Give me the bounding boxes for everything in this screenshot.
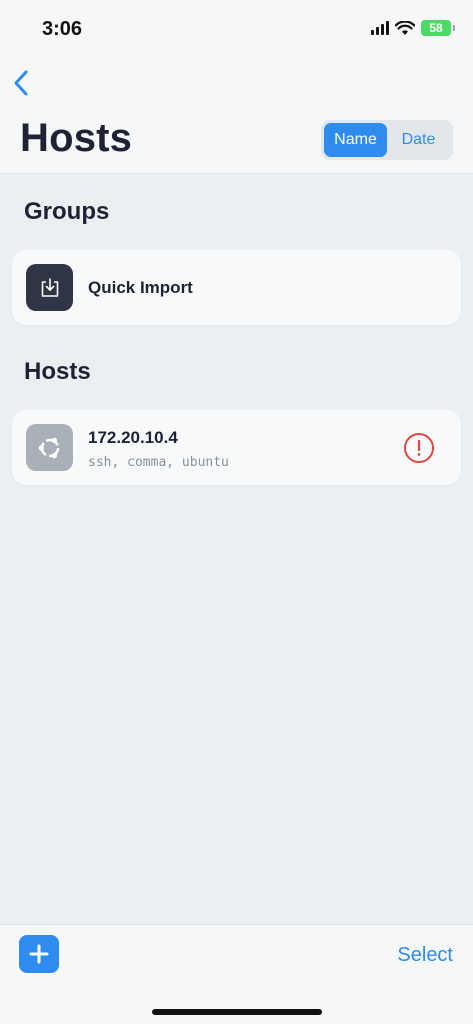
page-title: Hosts — [20, 116, 133, 160]
groups-section-title: Groups — [24, 198, 110, 225]
host-icon-tile — [26, 424, 73, 471]
home-indicator[interactable] — [152, 1009, 322, 1015]
download-tray-icon — [41, 277, 58, 297]
sort-segmented-control: Name Date — [321, 120, 453, 160]
chevron-left-icon — [14, 70, 28, 96]
battery-icon: 58 — [421, 20, 455, 36]
battery-level: 58 — [429, 21, 443, 35]
group-icon-tile — [26, 264, 73, 311]
hosts-section-title: Hosts — [24, 358, 91, 385]
sort-by-name-segment[interactable]: Name — [324, 123, 387, 157]
alert-circle-icon[interactable] — [403, 432, 435, 464]
back-button[interactable] — [6, 64, 36, 102]
status-time: 3:06 — [42, 18, 83, 40]
wifi-icon — [395, 20, 415, 35]
navigation-header: 3:06 58 Hosts Name Date — [0, 0, 473, 174]
add-host-button[interactable] — [19, 935, 59, 973]
sort-by-date-segment[interactable]: Date — [387, 123, 450, 157]
group-label: Quick Import — [88, 278, 193, 297]
host-tags: ssh, comma, ubuntu — [88, 455, 229, 470]
ubuntu-icon — [38, 437, 59, 458]
plus-icon — [29, 944, 49, 964]
host-address: 172.20.10.4 — [88, 428, 178, 447]
group-item-quick-import[interactable]: Quick Import — [12, 250, 461, 325]
bottom-toolbar: Select — [0, 924, 473, 1024]
cellular-signal-icon — [371, 21, 389, 35]
status-indicators: 58 — [371, 20, 455, 36]
select-button[interactable]: Select — [397, 944, 453, 967]
host-item[interactable]: 172.20.10.4 ssh, comma, ubuntu — [12, 410, 461, 485]
